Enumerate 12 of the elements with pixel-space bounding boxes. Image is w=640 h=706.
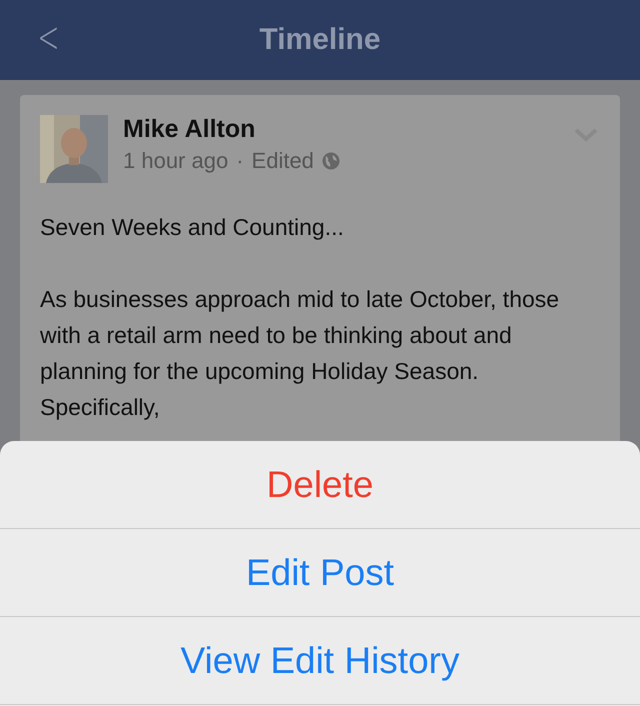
author-name[interactable]: Mike Allton bbox=[123, 115, 340, 144]
separator-dot: · bbox=[236, 148, 244, 174]
post-body: As businesses approach mid to late October, those with a retail arm need to be thinking about and planning for the upcoming Holiday Season. Specifically, bbox=[40, 285, 560, 422]
globe-icon bbox=[322, 152, 340, 170]
action-button[interactable]: Edit Post bbox=[0, 529, 640, 617]
action-button[interactable]: Delete bbox=[0, 441, 640, 529]
post-time: 1 hour ago bbox=[123, 148, 228, 174]
nav-title: Timeline bbox=[259, 23, 381, 57]
back-button[interactable]: < bbox=[32, 14, 64, 62]
post-title: Seven Weeks and Counting... bbox=[40, 213, 345, 242]
action-button[interactable]: View Edit History bbox=[0, 617, 640, 705]
edited-label: Edited bbox=[252, 148, 314, 174]
